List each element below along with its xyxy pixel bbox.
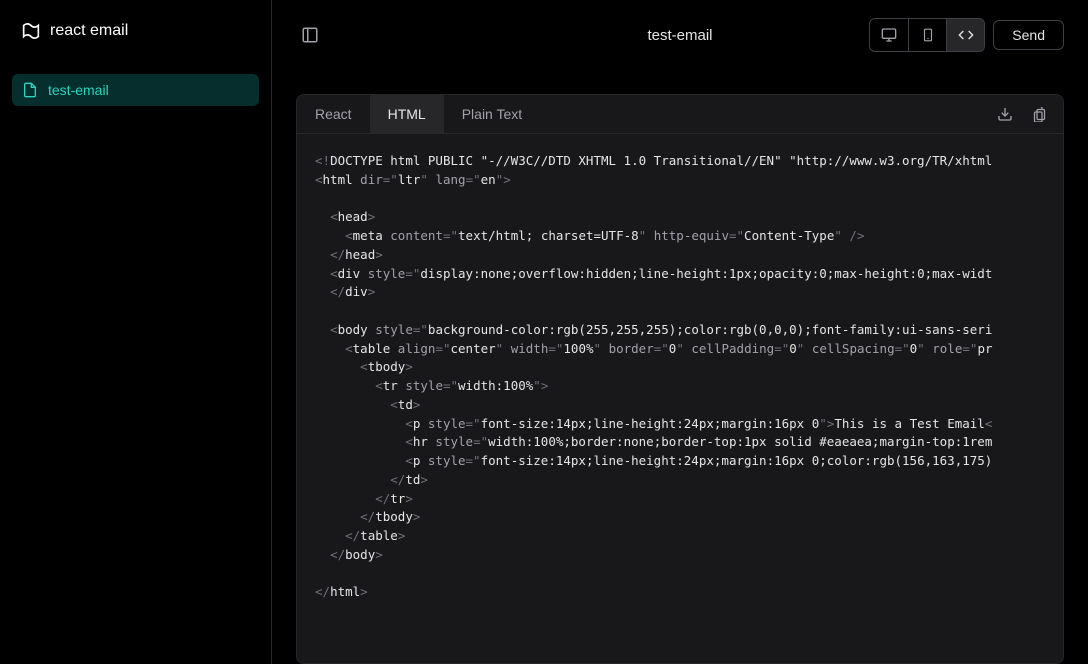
mobile-icon <box>921 27 935 43</box>
brand-name: react email <box>50 22 128 40</box>
tab-react[interactable]: React <box>297 95 370 133</box>
tab-plain-text[interactable]: Plain Text <box>444 95 540 133</box>
tabs-row: React HTML Plain Text <box>297 95 1063 134</box>
clipboard-icon <box>1032 107 1047 122</box>
tab-html[interactable]: HTML <box>370 95 444 133</box>
collapse-sidebar-button[interactable] <box>296 21 324 49</box>
sidebar-item-test-email[interactable]: test-email <box>12 74 259 106</box>
copy-button[interactable] <box>1027 102 1051 126</box>
brand-logo: react email <box>12 20 259 62</box>
file-icon <box>22 82 38 98</box>
sidebar-item-label: test-email <box>48 82 109 98</box>
code-icon <box>957 27 975 43</box>
page-title: test-email <box>647 27 712 44</box>
view-desktop-button[interactable] <box>870 19 908 51</box>
header: test-email <box>272 0 1088 70</box>
code-viewer[interactable]: <!DOCTYPE html PUBLIC "-//W3C//DTD XHTML… <box>297 134 1063 663</box>
sidebar: react email test-email <box>0 0 272 664</box>
send-button[interactable]: Send <box>993 20 1064 50</box>
main-panel: test-email <box>272 0 1088 664</box>
code-panel: React HTML Plain Text <box>296 94 1064 664</box>
logo-icon <box>20 20 42 42</box>
download-button[interactable] <box>993 102 1017 126</box>
view-mobile-button[interactable] <box>908 19 946 51</box>
monitor-icon <box>881 27 897 43</box>
content-area: React HTML Plain Text <box>272 70 1088 664</box>
view-code-button[interactable] <box>946 19 984 51</box>
download-icon <box>997 106 1013 122</box>
view-mode-toggle <box>869 18 985 52</box>
